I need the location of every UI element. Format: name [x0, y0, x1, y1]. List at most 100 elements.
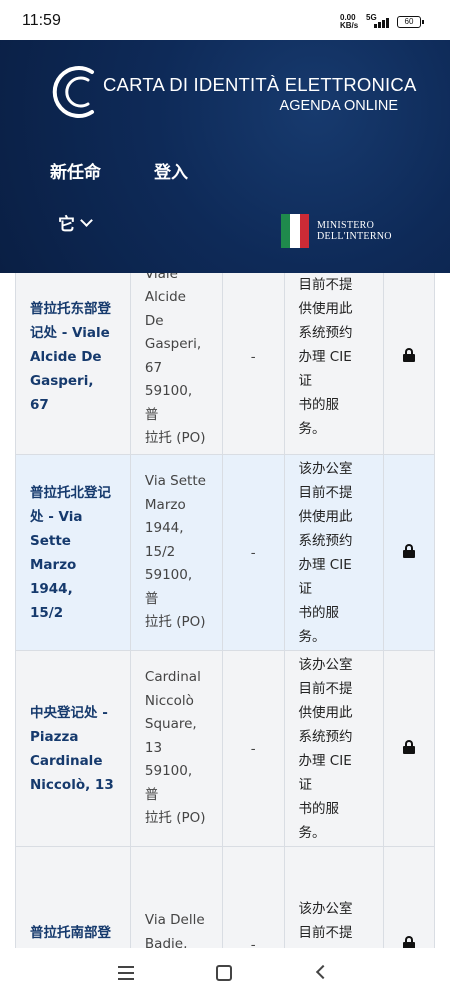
note-line: 书的服 [298, 396, 340, 413]
status-time: 11:59 [22, 12, 61, 29]
note-cell: 该办公室目前不提供使用此系统预约 [283, 846, 385, 948]
office-name-line: Gasperi, 67 [30, 372, 94, 413]
note-line: 务。 [298, 824, 326, 841]
note-cell: 该办公室目前不提供使用此系统预约办理 CIE 证书的服务。 [283, 650, 385, 847]
address-line: 15/2 [144, 543, 176, 560]
office-name-line: Marzo 1944, [30, 556, 77, 597]
lock-cell [383, 650, 435, 847]
office-name-line: 普拉托北登记 [30, 484, 111, 501]
note-line: 书的服 [298, 604, 340, 621]
site-header: CARTA DI IDENTITÀ ELETTRONICA AGENDA ONL… [0, 40, 450, 273]
address-line: 59100, 普 [144, 383, 193, 423]
address-line: Via Delle [144, 912, 205, 929]
office-name-line: 中央登记处 - [30, 704, 108, 721]
address-line: 拉托 (PO) [144, 430, 206, 446]
phone-cell: - [221, 454, 285, 651]
note-line: 目前不提 [298, 680, 353, 697]
lock-cell [383, 454, 435, 651]
offices-table-container[interactable]: 普拉托东部登 记处 - Viale Alcide De Gasperi, 67 Vial… [0, 273, 450, 948]
address-line: 59100, 普 [144, 763, 193, 803]
office-name-line: 记处 - Viale [30, 324, 110, 341]
note-line: 该办公室 [298, 900, 353, 917]
ministry-line-1: MINISTERO [317, 220, 375, 231]
brand-subtitle: AGENDA ONLINE [279, 98, 398, 114]
address-line: Alcide De [144, 289, 186, 329]
offices-table: 普拉托东部登 记处 - Viale Alcide De Gasperi, 67 Vial… [15, 273, 435, 948]
address-cell: Via DelleBadie,130 [129, 846, 223, 948]
address-line: 拉托 (PO) [144, 614, 206, 631]
table-row: 普拉托东部登 记处 - Viale Alcide De Gasperi, 67 Vial… [15, 273, 435, 455]
office-name-line: 普拉托南部登 [30, 924, 111, 941]
office-name-line: 15/2 [30, 604, 64, 621]
address-line: 59100, 普 [144, 567, 193, 607]
note-line: 系统预约 [298, 324, 353, 341]
note-line: 目前不提 [298, 484, 353, 501]
address-line: Square, [144, 716, 197, 733]
brand-title: CARTA DI IDENTITÀ ELETTRONICA [103, 74, 417, 95]
office-name-cell[interactable]: 普拉托南部登记处 - Via [15, 846, 131, 948]
address-line: 拉托 (PO) [144, 810, 206, 827]
table-row: 中央登记处 - Piazza Cardinale Niccolò, 13 Cardina… [15, 650, 435, 847]
address-line: Cardinal [144, 669, 201, 686]
address-line: 67 [144, 359, 163, 376]
office-name-line: 普拉托东部登 [30, 300, 111, 317]
ministry-line-2: DELL'INTERNO [317, 231, 392, 242]
status-bar: 11:59 0.00 KB/s 5G 60 [0, 0, 450, 40]
address-line: Viale [144, 273, 178, 282]
lock-icon [403, 347, 416, 362]
note-line: 目前不提 [298, 276, 353, 293]
address-line: Marzo [144, 496, 186, 513]
back-icon[interactable] [315, 964, 331, 980]
home-icon[interactable] [216, 965, 232, 981]
note-line: 办理 CIE 证 [298, 348, 352, 389]
lock-icon [403, 935, 416, 948]
note-line: 书的服 [298, 800, 340, 817]
note-line: 系统预约 [298, 532, 353, 549]
office-name-cell[interactable]: 中央登记处 - Piazza Cardinale Niccolò, 13 [15, 650, 131, 847]
address-line: Niccolò [144, 692, 194, 709]
office-name-line: Niccolò, 13 [30, 776, 114, 793]
language-label: 它 [58, 215, 75, 235]
note-cell: 该办公室 目前不提 供使用此 系统预约 办理 CIE 证书的服 务。 [283, 454, 385, 651]
note-cell: 目前不提供使用此系统预约办理 CIE 证书的服务。 [283, 273, 385, 455]
phone-cell: - [221, 650, 285, 847]
menu-icon[interactable] [118, 966, 134, 980]
lock-cell [383, 846, 435, 948]
note-line: 务。 [298, 628, 326, 645]
note-line: 系统预约 [298, 728, 353, 745]
office-name-cell[interactable]: 普拉托东部登 记处 - Viale Alcide De Gasperi, 67 [15, 273, 131, 455]
address-line: 1944, [144, 520, 184, 537]
address-cell: Via Sette Marzo 1944, 15/2 59100, 普拉托 (PO) [129, 454, 223, 651]
note-line: 办理 CIE 证 [298, 752, 352, 793]
lock-icon [403, 543, 416, 558]
office-name-cell[interactable]: 普拉托北登记处 - Via Sette Marzo 1944, 15/2 [15, 454, 131, 651]
note-line: 供使用此 [298, 300, 353, 317]
office-name-line: Cardinale [30, 752, 103, 769]
cie-logo-icon [52, 66, 94, 118]
phone-cell: - [221, 846, 285, 948]
nav-login[interactable]: 登入 [154, 158, 188, 183]
note-line: 务。 [298, 420, 326, 437]
signal-icon [374, 16, 392, 28]
table-row: 普拉托南部登记处 - ViaVia DelleBadie,130-该办公室目前不… [15, 846, 435, 948]
lock-icon [403, 739, 416, 754]
address-line: Via Sette [144, 473, 206, 490]
nav-new-appointment[interactable]: 新任命 [50, 158, 101, 183]
phone-cell: - [221, 273, 285, 455]
note-line: 目前不提 [298, 924, 353, 941]
address-line: Gasperi, [144, 336, 202, 352]
chevron-down-icon [80, 213, 93, 227]
table-row: 普拉托北登记处 - Via Sette Marzo 1944, 15/2 Via Se… [15, 454, 435, 651]
address-line: 13 [144, 739, 163, 756]
note-line: 办理 CIE 证 [298, 556, 352, 597]
office-name-line: Alcide De [30, 348, 102, 365]
language-selector[interactable]: 它 [58, 210, 93, 235]
note-line: 供使用此 [298, 508, 353, 525]
system-nav-bar [0, 948, 450, 1000]
note-line: 供使用此 [298, 704, 353, 721]
office-name-line: Piazza [30, 728, 79, 745]
office-name-line: 处 - Via Sette [30, 508, 83, 549]
lock-cell [383, 273, 435, 455]
note-line: 该办公室 [298, 656, 353, 673]
address-cell: Cardinal Niccolò Square, 13 59100, 普拉托 (PO) [129, 650, 223, 847]
